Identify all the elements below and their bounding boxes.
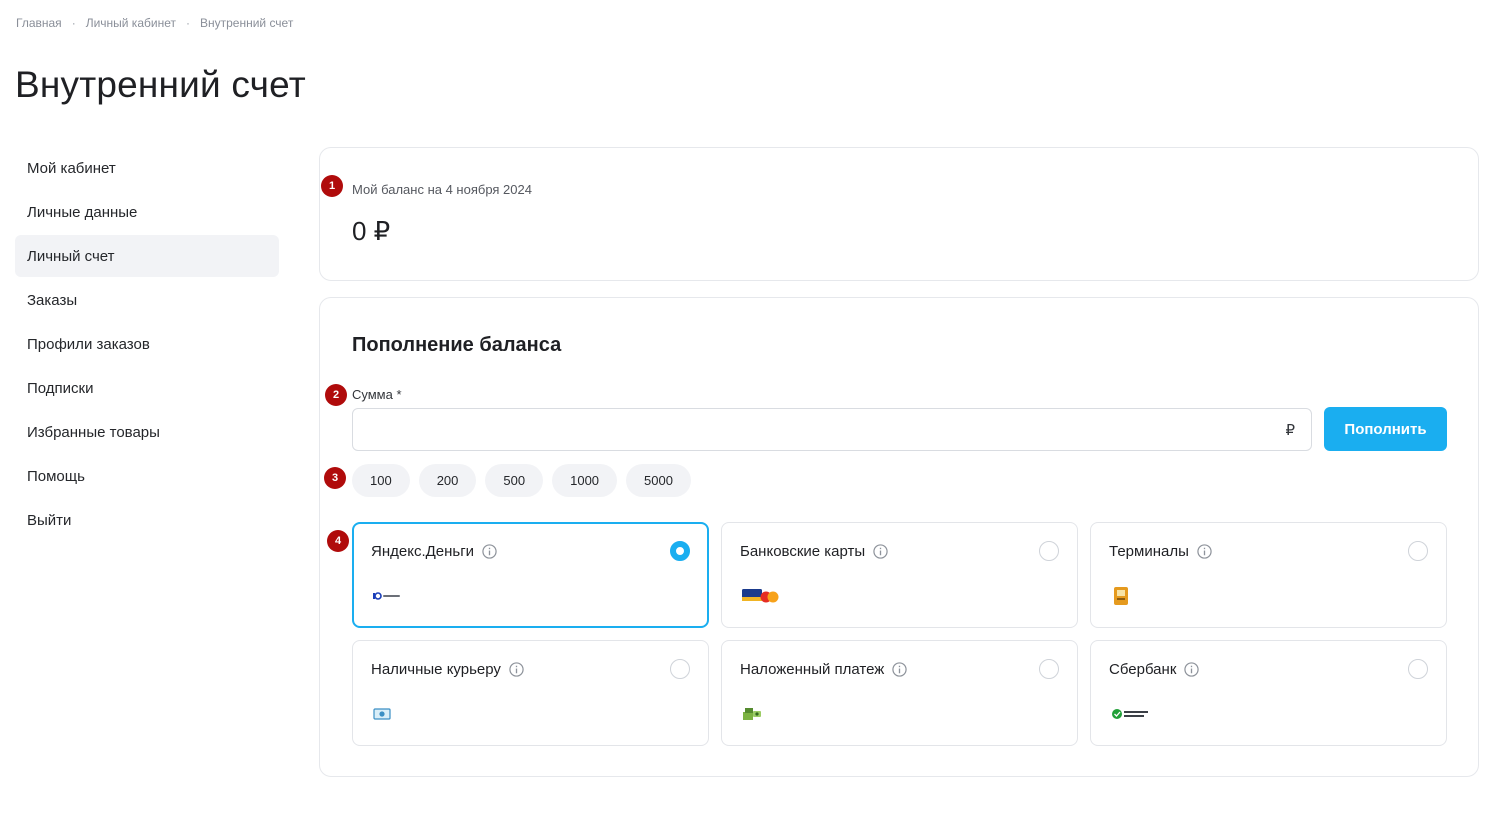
payment-method-radio[interactable] [1408, 659, 1428, 679]
sidebar-item-my-cabinet[interactable]: Мой кабинет [15, 147, 279, 189]
balance-label: Мой баланс на 4 ноября 2024 [352, 182, 532, 197]
sberbank-logo [1111, 705, 1151, 723]
amount-input[interactable] [353, 409, 1311, 450]
sidebar-item-orders[interactable]: Заказы [15, 279, 279, 321]
payment-method-radio[interactable] [1039, 659, 1059, 679]
amount-field: ₽ [352, 408, 1312, 451]
payment-method-terminals[interactable]: Терминалы [1090, 522, 1447, 628]
topup-card: Пополнение баланса 2 Сумма * ₽ Пополнить… [319, 297, 1479, 777]
topup-title: Пополнение баланса [352, 334, 562, 356]
payment-method-radio[interactable] [670, 541, 690, 561]
page-title: Внутренний счет [15, 64, 306, 105]
payment-method-sberbank[interactable]: Сбербанк [1090, 640, 1447, 746]
cash-logo [373, 705, 391, 723]
breadcrumb-separator: · [185, 16, 190, 30]
topup-button[interactable]: Пополнить [1324, 407, 1447, 451]
payment-method-radio[interactable] [1039, 541, 1059, 561]
payment-method-cash-on-delivery[interactable]: Наложенный платеж [721, 640, 1078, 746]
info-icon[interactable] [892, 662, 908, 677]
balance-card: 1 Мой баланс на 4 ноября 2024 0 ₽ [319, 147, 1479, 281]
balance-value: 0 ₽ [352, 216, 391, 246]
currency-suffix: ₽ [1285, 422, 1295, 439]
info-icon[interactable] [482, 544, 497, 559]
quick-amounts: 100 200 500 1000 5000 [352, 464, 700, 497]
payment-method-name: Наложенный платеж [740, 661, 885, 678]
payment-method-name: Терминалы [1109, 543, 1189, 560]
step-badge-2: 2 [325, 384, 347, 406]
payment-method-yandex-money[interactable]: Яндекс.Деньги [352, 522, 709, 628]
payment-method-title: Наложенный платеж [740, 661, 908, 678]
info-icon[interactable] [509, 662, 524, 677]
amount-label: Сумма * [352, 387, 402, 402]
breadcrumb: Главная · Личный кабинет · Внутренний сч… [16, 16, 293, 30]
cod-logo [742, 705, 762, 723]
terminal-logo [1111, 587, 1131, 605]
step-badge-3: 3 [324, 467, 346, 489]
step-badge-4: 4 [327, 530, 349, 552]
payment-method-radio[interactable] [1408, 541, 1428, 561]
payment-method-name: Сбербанк [1109, 661, 1177, 678]
breadcrumb-home[interactable]: Главная [16, 16, 62, 30]
breadcrumb-separator: · [71, 16, 76, 30]
payment-method-name: Наличные курьеру [371, 661, 501, 678]
payment-method-bank-cards[interactable]: Банковские карты [721, 522, 1078, 628]
sidebar-item-order-profiles[interactable]: Профили заказов [15, 323, 279, 365]
info-icon[interactable] [1184, 662, 1200, 677]
breadcrumb-account[interactable]: Личный кабинет [86, 16, 176, 30]
info-icon[interactable] [873, 544, 888, 559]
payment-method-name: Яндекс.Деньги [371, 543, 475, 560]
payment-method-radio[interactable] [670, 659, 690, 679]
payment-method-title: Терминалы [1109, 543, 1212, 560]
sidebar-item-personal-data[interactable]: Личные данные [15, 191, 279, 233]
sidebar-item-subscriptions[interactable]: Подписки [15, 367, 279, 409]
quick-amount-1000[interactable]: 1000 [552, 464, 618, 497]
sidebar-item-logout[interactable]: Выйти [15, 499, 279, 541]
yookassa-logo [373, 587, 401, 605]
info-icon[interactable] [1197, 544, 1212, 559]
payment-method-cash-courier[interactable]: Наличные курьеру [352, 640, 709, 746]
sidebar-item-favorites[interactable]: Избранные товары [15, 411, 279, 453]
sidebar-item-personal-account[interactable]: Личный счет [15, 235, 279, 277]
visa-mastercard-logo [742, 587, 780, 605]
payment-methods: Яндекс.Деньги Банковские карты Терминалы [352, 522, 1448, 746]
quick-amount-100[interactable]: 100 [352, 464, 410, 497]
sidebar-item-help[interactable]: Помощь [15, 455, 279, 497]
payment-method-title: Сбербанк [1109, 661, 1200, 678]
payment-method-name: Банковские карты [740, 543, 866, 560]
step-badge-1: 1 [321, 175, 343, 197]
breadcrumb-current: Внутренний счет [199, 16, 294, 30]
sidebar: Мой кабинет Личные данные Личный счет За… [15, 147, 279, 543]
payment-method-title: Банковские карты [740, 543, 888, 560]
quick-amount-500[interactable]: 500 [485, 464, 544, 497]
quick-amount-5000[interactable]: 5000 [626, 464, 691, 497]
payment-method-title: Наличные курьеру [371, 661, 524, 678]
payment-method-title: Яндекс.Деньги [371, 543, 497, 560]
quick-amount-200[interactable]: 200 [418, 464, 477, 497]
